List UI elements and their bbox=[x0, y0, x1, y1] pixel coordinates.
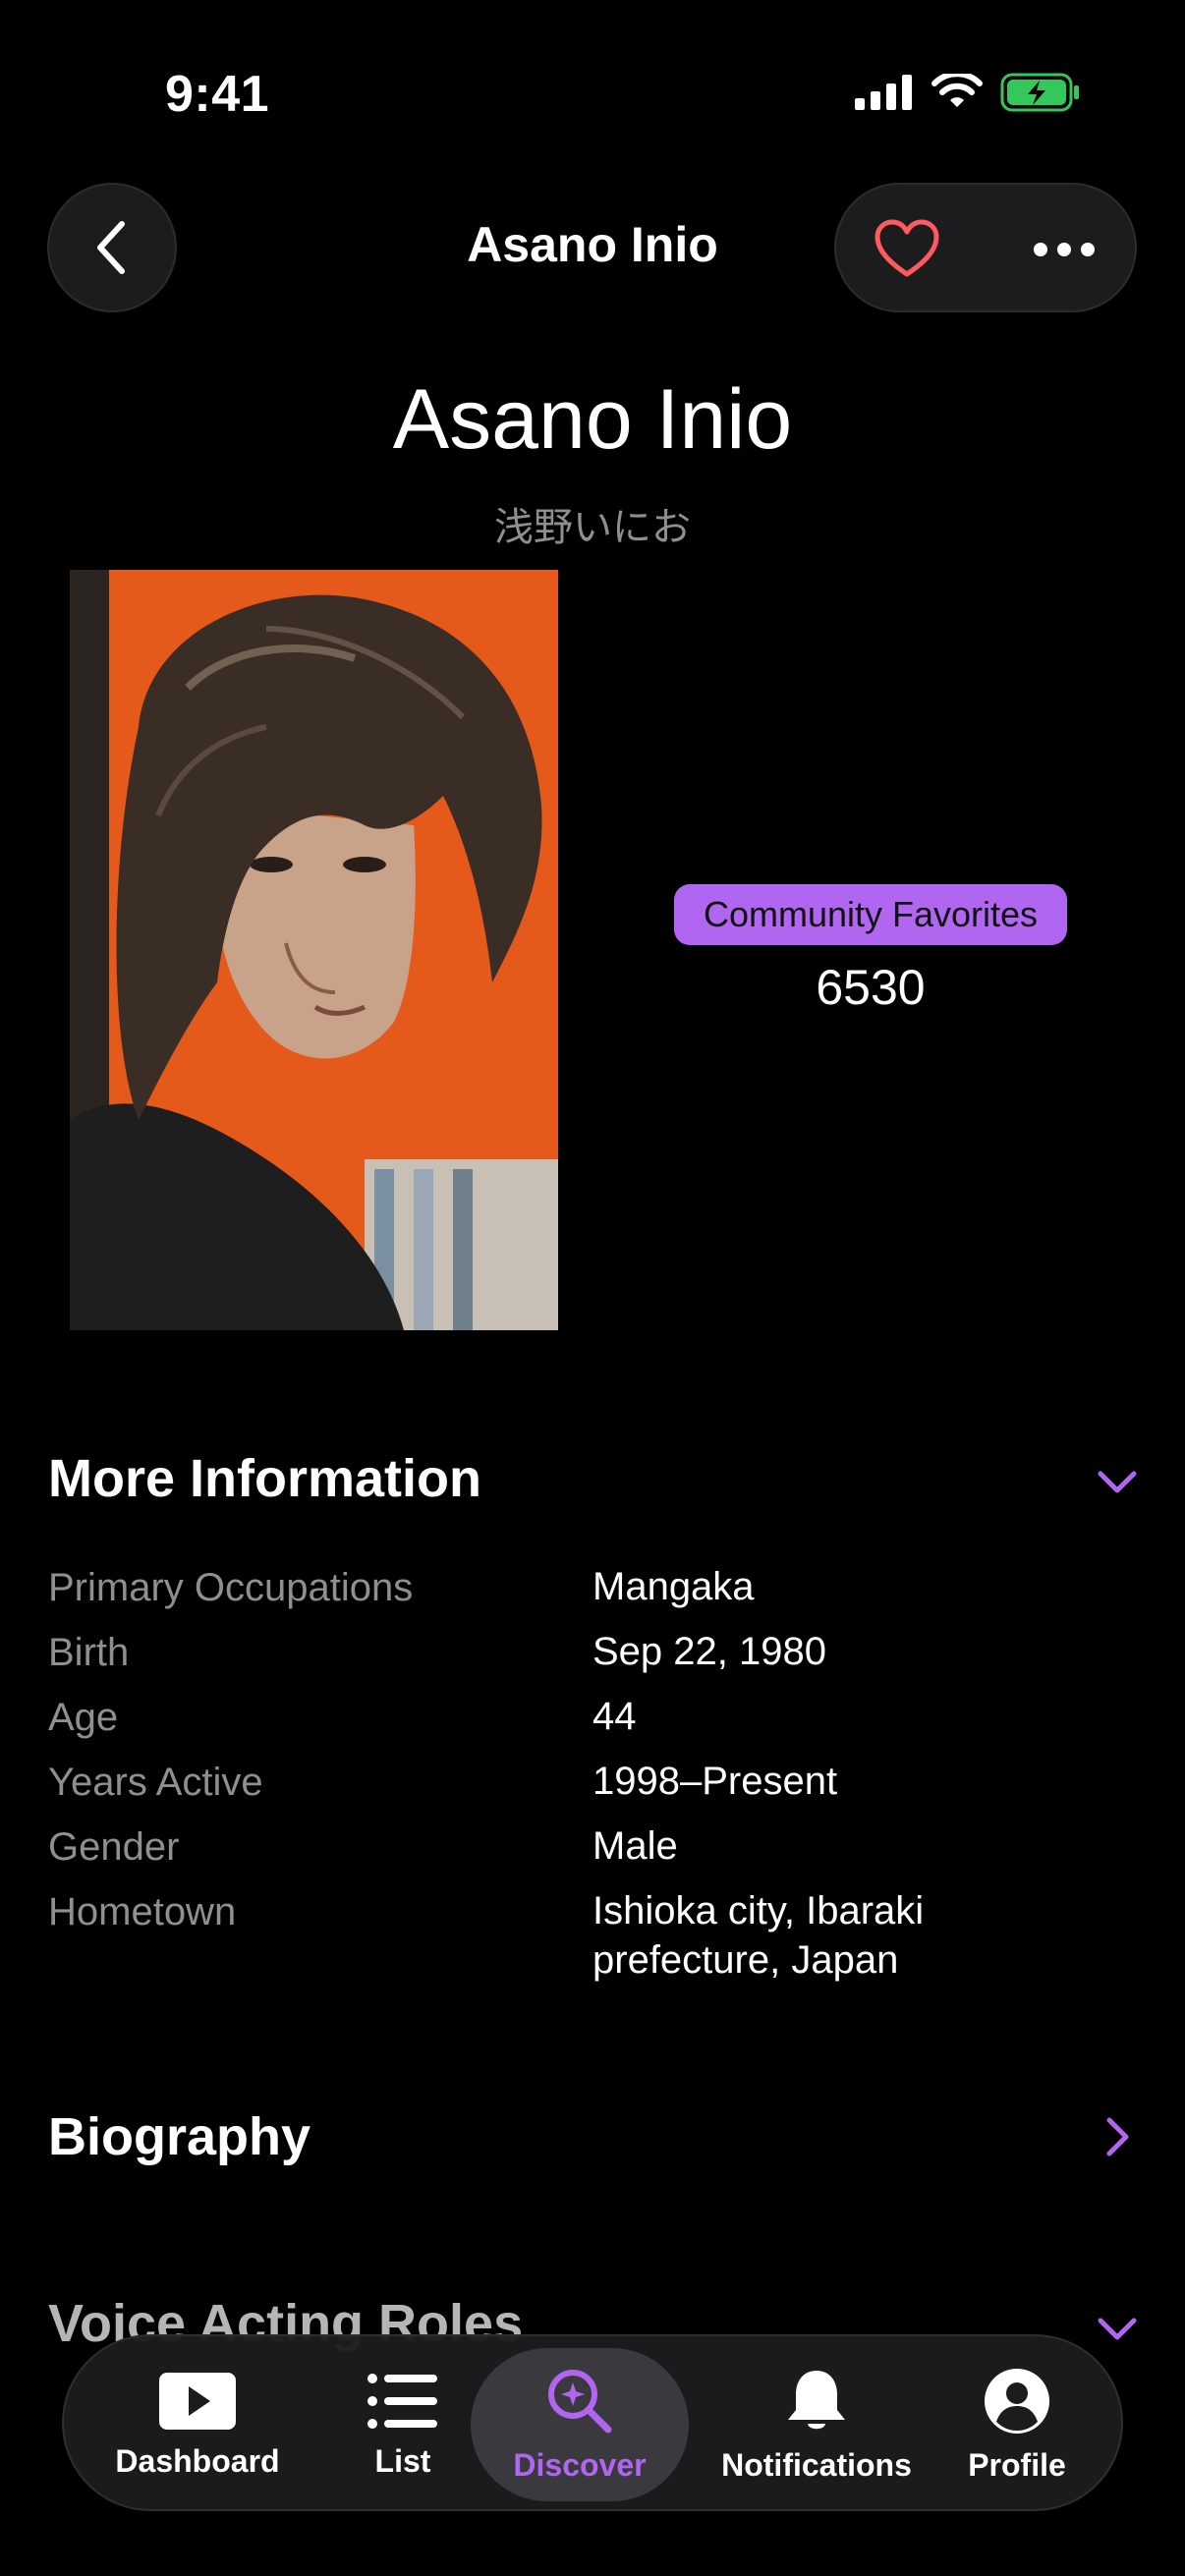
favorite-button[interactable] bbox=[866, 208, 948, 291]
info-value-age: 44 bbox=[592, 1695, 637, 1738]
info-label-birth: Birth bbox=[48, 1631, 130, 1674]
status-icons bbox=[855, 73, 1081, 112]
chevron-down-icon[interactable] bbox=[1095, 2307, 1140, 2352]
tab-profile-label: Profile bbox=[968, 2446, 1066, 2483]
biography-title[interactable]: Biography bbox=[48, 2106, 310, 2167]
status-time: 9:41 bbox=[165, 66, 270, 123]
tab-dashboard-label: Dashboard bbox=[115, 2442, 280, 2479]
tab-notifications-label: Notifications bbox=[721, 2446, 912, 2483]
discover-search-icon bbox=[548, 2369, 612, 2433]
person-native-name: 浅野いにお bbox=[494, 506, 691, 549]
heart-icon bbox=[875, 219, 939, 277]
tab-list[interactable]: List bbox=[349, 2336, 457, 2513]
bell-icon bbox=[788, 2370, 845, 2429]
tab-notifications[interactable]: Notifications bbox=[699, 2336, 934, 2513]
person-portrait bbox=[70, 570, 558, 1330]
info-value-birth: Sep 22, 1980 bbox=[592, 1630, 826, 1673]
info-label-gender: Gender bbox=[48, 1825, 180, 1869]
chevron-down-icon[interactable] bbox=[1095, 1460, 1140, 1505]
info-value-years-active: 1998–Present bbox=[592, 1760, 838, 1803]
wifi-icon bbox=[931, 74, 983, 107]
cellular-signal-icon bbox=[855, 75, 912, 110]
tab-list-label: List bbox=[374, 2442, 431, 2479]
info-value-hometown: Ishioka city, Ibaraki prefecture, Japan bbox=[592, 1889, 925, 1982]
info-label-age: Age bbox=[48, 1696, 119, 1739]
list-icon bbox=[367, 2373, 437, 2429]
community-favorites-badge: Community Favorites bbox=[674, 884, 1067, 945]
nav-actions-group bbox=[834, 183, 1137, 312]
tab-profile[interactable]: Profile bbox=[948, 2336, 1086, 2513]
info-label-hometown: Hometown bbox=[48, 1890, 237, 1933]
more-options-button[interactable] bbox=[1023, 208, 1105, 291]
tab-bar: Dashboard List Discover Notifications Pr… bbox=[62, 2334, 1123, 2511]
play-icon bbox=[159, 2372, 236, 2430]
profile-icon bbox=[985, 2368, 1049, 2434]
person-name: Asano Inio bbox=[392, 372, 793, 467]
info-label-years-active: Years Active bbox=[48, 1761, 263, 1804]
info-label-occupations: Primary Occupations bbox=[48, 1566, 414, 1609]
ellipsis-icon bbox=[1034, 243, 1095, 256]
tab-discover-label: Discover bbox=[513, 2446, 647, 2483]
tab-dashboard[interactable]: Dashboard bbox=[99, 2336, 296, 2513]
info-value-occupations: Mangaka bbox=[592, 1565, 755, 1608]
battery-charging-icon bbox=[1000, 73, 1079, 112]
tab-discover[interactable]: Discover bbox=[471, 2336, 689, 2513]
info-value-gender: Male bbox=[592, 1824, 678, 1868]
community-favorites-count: 6530 bbox=[816, 960, 926, 1015]
chevron-right-icon[interactable] bbox=[1095, 2114, 1140, 2159]
more-information-title: More Information bbox=[48, 1449, 481, 1508]
